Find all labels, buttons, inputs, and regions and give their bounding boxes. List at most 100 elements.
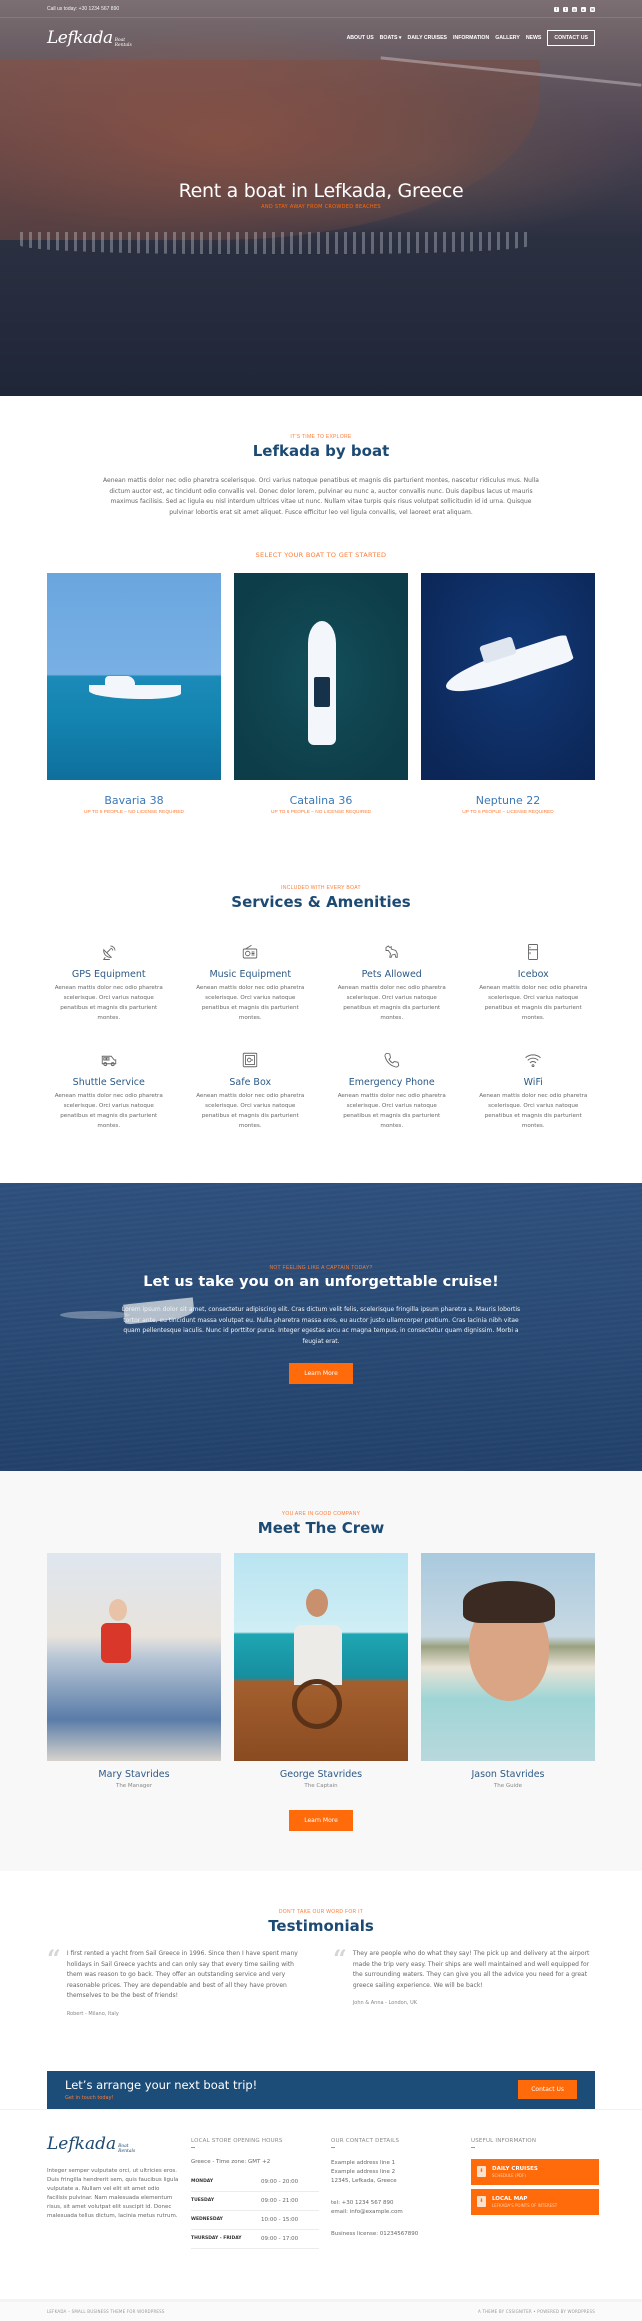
select-boat-label: SELECT YOUR BOAT TO GET STARTED: [255, 551, 387, 559]
boat-cabin: [105, 676, 135, 686]
boat-card[interactable]: Neptune 22 UP TO 6 PEOPLE – LICENSE REQU…: [421, 573, 595, 815]
dog-icon: [330, 941, 454, 963]
testimonial-author: John & Anna - London, UK: [352, 2000, 418, 2006]
footer-contact: OUR CONTACT DETAILS Example address line…: [331, 2138, 459, 2249]
footer-useful-title: USEFUL INFORMATION: [471, 2138, 599, 2148]
button-subtitle: LEFKADA'S POINTS OF INTEREST: [492, 2202, 558, 2208]
nav-contact-us-button[interactable]: CONTACT US: [547, 30, 595, 46]
service-title: Pets Allowed: [361, 969, 422, 980]
safe-icon: [189, 1049, 313, 1071]
service-text: Aenean mattis dolor nec odio pharetra sc…: [337, 985, 446, 1021]
explore-section: IT'S TIME TO EXPLORE Lefkada by boat Aen…: [0, 396, 642, 815]
crew-member-role: The Manager: [115, 1783, 153, 1789]
services-kicker: INCLUDED WITH EVERY BOAT: [281, 885, 361, 891]
testimonials-section: DON'T TAKE OUR WORD FOR IT Testimonials …: [0, 1871, 642, 2071]
service-text: Aenean mattis dolor nec odio pharetra sc…: [54, 985, 163, 1021]
button-subtitle: SCHEDULE (PDF): [492, 2172, 526, 2178]
person-shape: [294, 1625, 342, 1685]
van-icon: [47, 1049, 171, 1071]
hours-day: WEDNESDAY: [191, 2216, 223, 2222]
boat-deck: [314, 677, 330, 707]
crew-member-card: Mary Stavrides The Manager: [47, 1553, 221, 1789]
crew-member-role: The Guide: [493, 1783, 523, 1789]
testimonial: “ They are people who do what they say! …: [333, 1947, 595, 2017]
boat-image[interactable]: [234, 573, 408, 780]
boat-image[interactable]: [47, 573, 221, 780]
hours-day: TUESDAY: [191, 2197, 215, 2203]
pdf-icon: ⬇: [477, 2196, 486, 2207]
person-shape: [101, 1623, 131, 1663]
cta-band: Let’s arrange your next boat trip! Get i…: [47, 2070, 595, 2109]
email-link[interactable]: email: info@example.com: [331, 2208, 459, 2217]
twitter-icon[interactable]: t: [563, 6, 568, 12]
service-text: Aenean mattis dolor nec odio pharetra sc…: [337, 1093, 446, 1129]
facebook-icon[interactable]: f: [554, 6, 559, 12]
crew-member-name: George Stavrides: [279, 1769, 363, 1780]
cta-subtitle: Get in touch today!: [65, 2095, 114, 2101]
nav-news[interactable]: NEWS: [526, 35, 542, 41]
crew-photo: [421, 1553, 595, 1761]
services-grid: GPS Equipment Aenean mattis dolor nec od…: [47, 941, 595, 1131]
testimonial-author: Robert - Milano, Italy: [66, 2010, 119, 2017]
hours-row: THURSDAY - FRIDAY 09:00 - 17:00: [191, 2230, 319, 2249]
footer-credit-right[interactable]: A THEME BY CSSIGNITER • POWERED BY WORDP…: [478, 2309, 595, 2314]
testimonial-text: I first rented a yacht from Sail Greece …: [66, 1950, 298, 1999]
service-title: Icebox: [517, 969, 549, 980]
explore-lead: Aenean mattis dolor nec odio pharetra sc…: [103, 477, 539, 516]
pdf-icon: ⬇: [477, 2166, 486, 2177]
testimonial-text: They are people who do what they say! Th…: [352, 1950, 590, 1989]
social-links: f t ◎ ▸ ✉: [554, 6, 595, 12]
footer-about-text: Integer semper vulputate orci, ut ultric…: [47, 2167, 179, 2219]
nav-information[interactable]: INFORMATION: [453, 35, 489, 41]
hours-time: 09:00 - 20:00: [261, 2178, 299, 2185]
youtube-icon[interactable]: ▸: [581, 6, 586, 12]
footer-hours: LOCAL STORE OPENING HOURS Greece - Time …: [191, 2138, 319, 2249]
phone-link[interactable]: tel: +30 1234 567 890: [331, 2199, 459, 2208]
boat-name[interactable]: Catalina 36: [234, 794, 408, 807]
button-title: DAILY CRUISES: [492, 2165, 538, 2172]
person-head: [306, 1589, 328, 1617]
boat-name[interactable]: Neptune 22: [421, 794, 595, 807]
boat-card[interactable]: Catalina 36 UP TO 6 PEOPLE – NO LICENSE …: [234, 573, 408, 815]
cruise-learn-more-button[interactable]: Learn More: [289, 1363, 353, 1384]
crew-learn-more-button[interactable]: Learn More: [289, 1810, 353, 1831]
button-text: LOCAL MAP LEFKADA'S POINTS OF INTEREST: [492, 2196, 557, 2208]
crew-member-role: The Captain: [304, 1783, 338, 1789]
nav-daily-cruises[interactable]: DAILY CRUISES: [408, 35, 448, 41]
crew-member-card: George Stavrides The Captain: [234, 1553, 408, 1789]
service-text: Aenean mattis dolor nec odio pharetra sc…: [196, 985, 305, 1021]
boat-card[interactable]: Bavaria 38 UP TO 5 PEOPLE – NO LICENSE R…: [47, 573, 221, 815]
phone-icon: [330, 1049, 454, 1071]
services-section: INCLUDED WITH EVERY BOAT Services & Amen…: [0, 815, 642, 1131]
instagram-icon[interactable]: ◎: [572, 6, 577, 12]
boat-shape: [89, 685, 181, 699]
boat-image[interactable]: [421, 573, 595, 780]
boat-name[interactable]: Bavaria 38: [47, 794, 221, 807]
hours-day: THURSDAY - FRIDAY: [191, 2235, 242, 2241]
email-icon[interactable]: ✉: [590, 6, 595, 12]
footer-logo[interactable]: Lefkada Boat Rentals: [47, 2134, 179, 2154]
satellite-dish-icon: [47, 941, 171, 963]
cruise-content: NOT FEELING LIKE A CAPTAIN TODAY? Let us…: [0, 1265, 642, 1384]
cruise-section: NOT FEELING LIKE A CAPTAIN TODAY? Let us…: [0, 1183, 642, 1471]
person-hair: [463, 1581, 555, 1623]
nav-about-us[interactable]: ABOUT US: [347, 35, 374, 41]
button-text: DAILY CRUISES SCHEDULE (PDF): [492, 2166, 538, 2178]
service-item: Pets Allowed Aenean mattis dolor nec odi…: [330, 941, 454, 1023]
testimonial: “ I first rented a yacht from Sail Greec…: [47, 1947, 309, 2017]
chevron-down-icon: ▾: [398, 35, 402, 41]
crew-member-name: Mary Stavrides: [98, 1769, 170, 1780]
crew-title: Meet The Crew: [257, 1519, 385, 1537]
service-text: Aenean mattis dolor nec odio pharetra sc…: [479, 1093, 588, 1129]
local-map-pdf-button[interactable]: ⬇ LOCAL MAP LEFKADA'S POINTS OF INTEREST: [471, 2188, 599, 2215]
hours-row: WEDNESDAY 10:00 - 15:00: [191, 2211, 319, 2230]
nav-boats[interactable]: BOATS ▾: [380, 35, 402, 41]
daily-cruises-pdf-button[interactable]: ⬇ DAILY CRUISES SCHEDULE (PDF): [471, 2158, 599, 2185]
cta-contact-button[interactable]: Contact Us: [518, 2080, 577, 2099]
service-title: Music Equipment: [209, 969, 292, 980]
site-logo[interactable]: Lefkada Boat Rentals: [47, 28, 132, 48]
explore-kicker: IT'S TIME TO EXPLORE: [290, 434, 352, 440]
footer-columns: Lefkada Boat Rentals Integer semper vulpu…: [47, 2134, 599, 2249]
nav-gallery[interactable]: GALLERY: [495, 35, 520, 41]
